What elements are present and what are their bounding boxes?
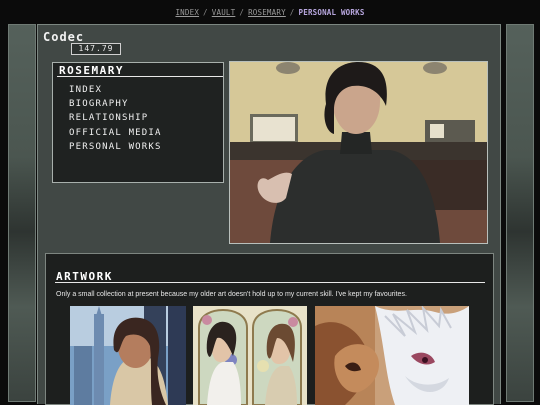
- artwork-divider: [55, 282, 485, 283]
- city-portrait-thumbnail-icon: [70, 306, 186, 405]
- character-portrait: [229, 61, 488, 244]
- fantasy-creatures-thumbnail-icon: [315, 306, 469, 405]
- flower-window-thumbnail-icon: [193, 306, 307, 405]
- nav-list: INDEX BIOGRAPHY RELATIONSHIP OFFICIAL ME…: [69, 83, 162, 154]
- breadcrumb: INDEX / VAULT / ROSEMARY / PERSONAL WORKS: [0, 8, 540, 17]
- nav-divider: [57, 76, 223, 77]
- breadcrumb-vault-link[interactable]: VAULT: [212, 8, 236, 17]
- breadcrumb-index-link[interactable]: INDEX: [175, 8, 199, 17]
- city-portrait-thumbnail[interactable]: [70, 306, 186, 405]
- nav-item-official-media[interactable]: OFFICIAL MEDIA: [69, 126, 162, 140]
- codec-frequency: 147.79: [71, 43, 121, 55]
- nav-item-relationship[interactable]: RELATIONSHIP: [69, 111, 162, 125]
- breadcrumb-rosemary-link[interactable]: ROSEMARY: [248, 8, 286, 17]
- character-nav-panel: ROSEMARY INDEX BIOGRAPHY RELATIONSHIP OF…: [52, 62, 224, 183]
- breadcrumb-separator: /: [203, 8, 208, 17]
- character-portrait-icon: [230, 62, 487, 243]
- nav-item-personal-works[interactable]: PERSONAL WORKS: [69, 140, 162, 154]
- nav-item-biography[interactable]: BIOGRAPHY: [69, 97, 162, 111]
- flower-window-thumbnail[interactable]: [193, 306, 307, 405]
- left-side-panel: [8, 24, 36, 402]
- breadcrumb-separator: /: [239, 8, 245, 17]
- codec-title: Codec: [43, 30, 85, 44]
- breadcrumb-separator: /: [289, 8, 295, 17]
- breadcrumb-current: PERSONAL WORKS: [298, 8, 365, 17]
- nav-item-index[interactable]: INDEX: [69, 83, 162, 97]
- right-side-panel: [506, 24, 534, 402]
- artwork-description: Only a small collection at present becau…: [56, 291, 407, 298]
- fantasy-creatures-thumbnail[interactable]: [315, 306, 469, 405]
